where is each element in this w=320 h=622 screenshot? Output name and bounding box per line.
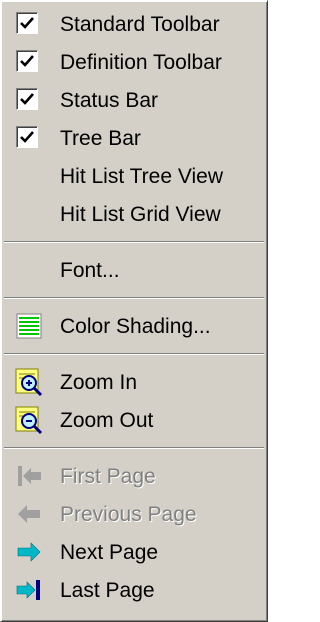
zoom-in-icon	[15, 368, 43, 397]
menu-item-standard-toolbar[interactable]: Standard Toolbar	[4, 5, 264, 43]
menu-item-next-page[interactable]: Next Page	[4, 533, 264, 571]
menu-item-hit-list-grid-view[interactable]: Hit List Grid View	[4, 195, 264, 233]
menu-item-font[interactable]: Font...	[4, 251, 264, 289]
first-page-icon	[18, 466, 41, 486]
menu-separator	[4, 241, 264, 243]
menu-item-label: Zoom In	[60, 370, 138, 394]
menu-item-label: Definition Toolbar	[60, 50, 222, 74]
checkbox-checked-icon	[16, 12, 38, 34]
menu-item-label: Hit List Grid View	[60, 202, 221, 226]
checkbox-checked-icon	[16, 50, 38, 72]
menu-item-label: Next Page	[60, 540, 159, 564]
view-menu: Standard Toolbar Definition Toolbar Stat…	[0, 0, 268, 622]
menu-separator	[4, 353, 264, 355]
menu-item-label: Hit List Tree View	[60, 164, 224, 188]
last-page-icon	[16, 580, 40, 600]
menu-item-zoom-out[interactable]: Zoom Out	[4, 401, 264, 439]
menu-item-label: Zoom Out	[60, 408, 154, 432]
menu-item-zoom-in[interactable]: Zoom In	[4, 363, 264, 401]
menu-item-color-shading[interactable]: Color Shading...	[4, 307, 264, 345]
menu-item-label: Tree Bar	[60, 126, 141, 150]
menu-item-label: Previous Page	[60, 502, 197, 526]
zoom-out-icon	[15, 406, 43, 435]
menu-item-label: Last Page	[60, 578, 155, 602]
menu-item-definition-toolbar[interactable]: Definition Toolbar	[4, 43, 264, 81]
menu-item-label: Color Shading...	[60, 314, 211, 338]
menu-separator	[4, 447, 264, 449]
checkbox-checked-icon	[16, 88, 38, 110]
menu-item-label: Status Bar	[60, 88, 159, 112]
checkbox-checked-icon	[16, 126, 38, 148]
menu-item-label: First Page	[60, 464, 156, 488]
menu-item-last-page[interactable]: Last Page	[4, 571, 264, 609]
previous-page-icon	[18, 505, 40, 523]
menu-item-first-page[interactable]: First Page	[4, 457, 264, 495]
menu-item-status-bar[interactable]: Status Bar	[4, 81, 264, 119]
next-page-icon	[17, 542, 41, 562]
color-shading-icon	[16, 313, 42, 339]
menu-item-hit-list-tree-view[interactable]: Hit List Tree View	[4, 157, 264, 195]
menu-item-label: Font...	[60, 258, 120, 282]
menu-item-label: Standard Toolbar	[60, 12, 220, 36]
menu-item-previous-page[interactable]: Previous Page	[4, 495, 264, 533]
menu-separator	[4, 297, 264, 299]
menu-item-tree-bar[interactable]: Tree Bar	[4, 119, 264, 157]
